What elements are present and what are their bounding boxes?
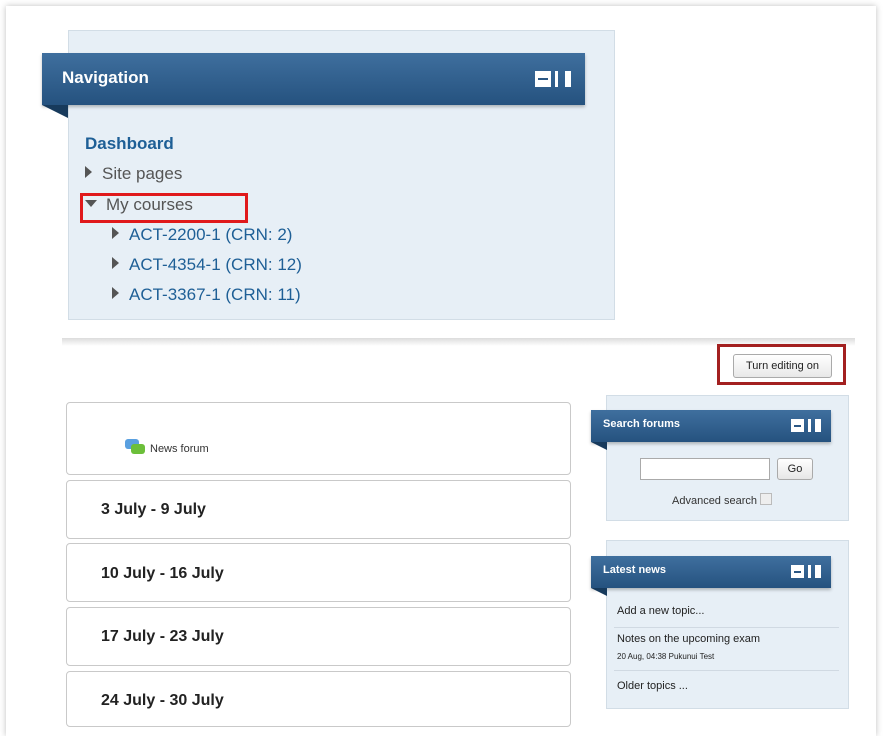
week-title: 17 July - 23 July — [101, 628, 224, 645]
search-forums-header: Search forums — [591, 410, 831, 442]
news-separator — [614, 627, 839, 628]
news-separator — [614, 670, 839, 671]
advanced-search-link[interactable]: Advanced search — [672, 493, 772, 507]
dock-icon[interactable] — [808, 419, 821, 432]
turn-editing-on-button[interactable]: Turn editing on — [733, 354, 832, 378]
block-controls — [535, 71, 571, 87]
add-topic-link[interactable]: Add a new topic... — [617, 605, 704, 617]
header-fold — [591, 442, 607, 450]
my-courses-highlight — [80, 193, 248, 223]
course-section-week: 24 July - 30 July — [66, 671, 571, 727]
search-forums-title: Search forums — [603, 418, 681, 430]
course-link: ACT-4354-1 (CRN: 12) — [129, 255, 302, 274]
course-item[interactable]: ACT-4354-1 (CRN: 12) — [112, 255, 302, 275]
dashboard-link[interactable]: Dashboard — [85, 134, 174, 154]
latest-news-header: Latest news — [591, 556, 831, 588]
news-item-meta: 20 Aug, 04:38 Pukunui Test — [617, 652, 715, 661]
collapse-icon[interactable] — [535, 71, 551, 87]
course-link: ACT-3367-1 (CRN: 11) — [129, 285, 301, 304]
older-topics-link[interactable]: Older topics ... — [617, 680, 688, 692]
dock-icon[interactable] — [555, 71, 571, 87]
help-icon[interactable] — [760, 493, 772, 505]
collapse-icon[interactable] — [791, 565, 804, 578]
dock-icon[interactable] — [808, 565, 821, 578]
news-item-link[interactable]: Notes on the upcoming exam — [617, 633, 760, 645]
week-title: 3 July - 9 July — [101, 501, 206, 518]
course-section-general: News forum — [66, 402, 571, 475]
expand-icon — [112, 257, 119, 269]
expand-icon — [112, 227, 119, 239]
go-button[interactable]: Go — [777, 458, 813, 480]
advanced-search-label: Advanced search — [672, 495, 757, 507]
header-fold — [591, 588, 607, 596]
course-item[interactable]: ACT-3367-1 (CRN: 11) — [112, 285, 301, 305]
block-controls — [791, 565, 821, 578]
forum-icon — [125, 439, 145, 455]
week-title: 10 July - 16 July — [101, 565, 224, 582]
navigation-title: Navigation — [62, 68, 149, 87]
course-item[interactable]: ACT-2200-1 (CRN: 2) — [112, 225, 292, 245]
expand-icon — [85, 166, 92, 178]
news-forum-link[interactable]: News forum — [125, 439, 209, 455]
block-controls — [791, 419, 821, 432]
site-pages-label: Site pages — [102, 164, 183, 183]
week-title: 24 July - 30 July — [101, 692, 224, 709]
latest-news-title: Latest news — [603, 564, 666, 576]
course-section-week: 10 July - 16 July — [66, 543, 571, 602]
header-fold — [42, 105, 68, 118]
course-section-week: 3 July - 9 July — [66, 480, 571, 539]
search-forums-input[interactable] — [640, 458, 770, 480]
expand-icon — [112, 287, 119, 299]
course-link: ACT-2200-1 (CRN: 2) — [129, 225, 293, 244]
news-forum-label: News forum — [150, 443, 209, 455]
site-pages-item[interactable]: Site pages — [85, 164, 182, 184]
collapse-icon[interactable] — [791, 419, 804, 432]
course-section-week: 17 July - 23 July — [66, 607, 571, 666]
navigation-header: Navigation — [42, 53, 585, 105]
